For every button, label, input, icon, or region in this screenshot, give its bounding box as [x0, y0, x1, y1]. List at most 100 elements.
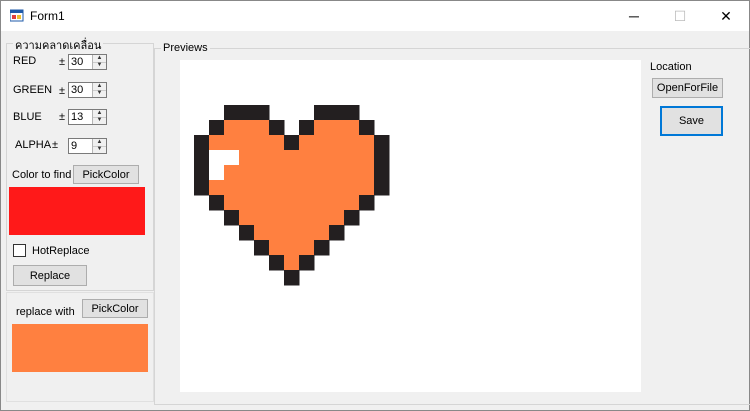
alpha-tolerance-stepper[interactable]: 9 ▲ ▼ [68, 138, 107, 154]
blue-pm: ± [59, 111, 66, 123]
heart-pixel [269, 165, 285, 181]
minimize-button[interactable]: ─ [611, 1, 657, 31]
open-file-button[interactable]: OpenForFile [652, 78, 723, 98]
tolerance-group-title: ความคลาดเคลื่อน [13, 36, 104, 54]
heart-pixel [269, 210, 285, 226]
maximize-icon: ☐ [673, 7, 687, 24]
preview-canvas[interactable] [180, 60, 641, 392]
heart-pixel [224, 105, 240, 121]
open-file-label: OpenForFile [656, 82, 719, 94]
heart-pixel [194, 180, 210, 196]
heart-pixel [284, 225, 300, 241]
heart-pixel [359, 165, 375, 181]
green-pm: ± [59, 85, 66, 97]
heart-pixel [269, 225, 285, 241]
heart-pixel [329, 225, 345, 241]
heart-pixel [284, 240, 300, 256]
hot-replace-label: HotReplace [32, 245, 90, 257]
maximize-button[interactable]: ☐ [657, 1, 703, 31]
heart-pixel [314, 120, 330, 136]
close-button[interactable]: ✕ [703, 1, 749, 31]
heart-pixel [254, 135, 270, 151]
heart-pixel [269, 255, 285, 271]
heart-pixel [359, 135, 375, 151]
red-stepper-arrows: ▲ ▼ [92, 55, 106, 69]
heart-pixel [299, 210, 315, 226]
heart-pixel [254, 225, 270, 241]
heart-pixel [299, 135, 315, 151]
heart-pixel [254, 150, 270, 166]
heart-pixel [254, 180, 270, 196]
heart-pixel [209, 180, 225, 196]
pick-find-color-label: PickColor [82, 168, 130, 181]
heart-pixel [254, 165, 270, 181]
heart-pixel [239, 225, 255, 241]
alpha-tolerance-value[interactable]: 9 [71, 140, 77, 152]
heart-pixel [344, 120, 360, 136]
stepper-down-icon[interactable]: ▼ [93, 117, 106, 124]
heart-pixel [314, 135, 330, 151]
red-pm: ± [59, 56, 66, 68]
heart-pixel [314, 165, 330, 181]
pick-replace-color-button[interactable]: PickColor [82, 299, 148, 318]
heart-pixel [224, 180, 240, 196]
window-title: Form1 [30, 9, 65, 23]
save-button-label: Save [678, 115, 705, 127]
blue-stepper-arrows: ▲ ▼ [92, 110, 106, 124]
blue-tolerance-stepper[interactable]: 13 ▲ ▼ [68, 109, 107, 125]
heart-pixel [224, 150, 240, 166]
heart-pixel [329, 120, 345, 136]
hot-replace-checkbox[interactable] [13, 244, 26, 257]
heart-pixel [374, 165, 390, 181]
replace-with-label: replace with [16, 306, 75, 318]
heart-pixel [359, 180, 375, 196]
heart-pixel [269, 240, 285, 256]
stepper-down-icon[interactable]: ▼ [93, 62, 106, 69]
green-label: GREEN [13, 84, 53, 96]
heart-pixel [314, 225, 330, 241]
heart-pixel [314, 180, 330, 196]
title-bar[interactable]: Form1 ─ ☐ ✕ [1, 1, 749, 31]
red-tolerance-stepper[interactable]: 30 ▲ ▼ [68, 54, 107, 70]
heart-pixel [359, 150, 375, 166]
heart-pixel [254, 210, 270, 226]
heart-pixel [194, 165, 210, 181]
color-to-find-label: Color to find [12, 169, 72, 181]
heart-pixel [329, 180, 345, 196]
heart-pixel [254, 105, 270, 121]
heart-pixel [239, 105, 255, 121]
pick-find-color-button[interactable]: PickColor [73, 165, 139, 184]
replace-color-swatch[interactable] [12, 324, 148, 372]
heart-pixel [374, 180, 390, 196]
heart-pixel [239, 120, 255, 136]
green-tolerance-stepper[interactable]: 30 ▲ ▼ [68, 82, 107, 98]
heart-pixel [269, 180, 285, 196]
heart-pixel [359, 120, 375, 136]
heart-pixel [314, 195, 330, 211]
heart-pixel [329, 195, 345, 211]
heart-pixel [284, 255, 300, 271]
heart-pixel [239, 180, 255, 196]
find-color-swatch[interactable] [9, 187, 145, 235]
heart-pixel [329, 150, 345, 166]
green-tolerance-value[interactable]: 30 [71, 84, 83, 96]
heart-pixel [269, 195, 285, 211]
previews-title: Previews [161, 42, 210, 54]
heart-pixel [299, 150, 315, 166]
location-label: Location [650, 61, 692, 73]
save-button[interactable]: Save [660, 106, 723, 136]
heart-pixel [344, 150, 360, 166]
heart-pixel [194, 135, 210, 151]
stepper-down-icon[interactable]: ▼ [93, 90, 106, 97]
heart-pixel [284, 195, 300, 211]
heart-pixel [314, 210, 330, 226]
heart-image [194, 105, 390, 286]
red-tolerance-value[interactable]: 30 [71, 56, 83, 68]
blue-tolerance-value[interactable]: 13 [71, 111, 83, 123]
heart-pixel [344, 165, 360, 181]
stepper-down-icon[interactable]: ▼ [93, 146, 106, 153]
heart-pixel [374, 135, 390, 151]
replace-button[interactable]: Replace [13, 265, 87, 286]
heart-pixel [314, 150, 330, 166]
replace-button-label: Replace [29, 269, 71, 282]
